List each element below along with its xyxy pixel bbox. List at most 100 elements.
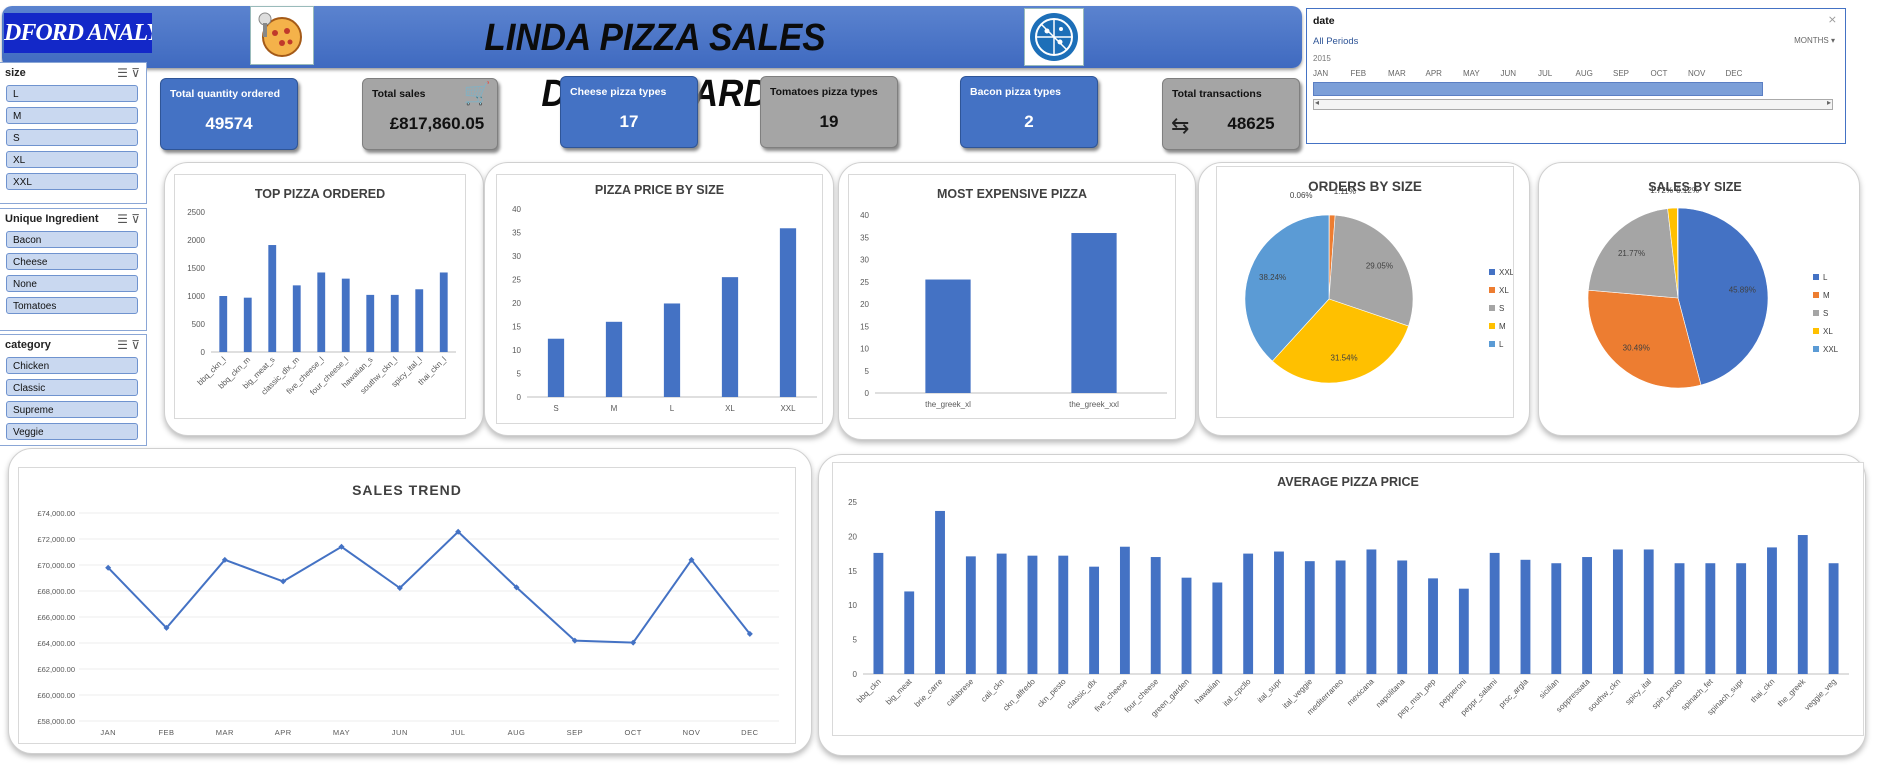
orders-by-size-chart: ORDERS BY SIZE 0.06% 1.11% 29.05% 31.54% 38.… — [1216, 166, 1515, 418]
y-tick-label: 5 — [865, 367, 870, 376]
bar — [1027, 555, 1038, 674]
kpi-label: Bacon pizza types — [970, 86, 1062, 98]
y-tick-label: 5 — [517, 370, 522, 379]
slicer-item-chicken[interactable]: Chicken — [6, 357, 138, 374]
legend-swatch — [1489, 269, 1495, 275]
timeline-month-may[interactable]: MAY — [1463, 69, 1480, 78]
kpi-label: Total transactions — [1172, 88, 1262, 100]
timeline-scrollbar[interactable]: ◂ ▸ — [1313, 98, 1833, 110]
multi-select-icon[interactable]: ☰ — [117, 212, 128, 226]
expensive-pizza-chart: MOST EXPENSIVE PIZZA 0 5 10 15 20 25 30 35 40 the… — [848, 174, 1176, 419]
bar — [1089, 566, 1100, 674]
slicer-item-xxl[interactable]: XXL — [6, 173, 138, 190]
slicer-item-l[interactable]: L — [6, 85, 138, 102]
bar — [219, 296, 228, 352]
chart-title: ORDERS BY SIZE — [1308, 179, 1422, 194]
pie-data-label: 31.54% — [1331, 354, 1358, 363]
x-tick-label: OCT — [624, 728, 641, 737]
bar — [1335, 560, 1346, 674]
x-tick-label: cali_ckn — [979, 677, 1006, 704]
x-tick-label: mexicana — [1345, 677, 1376, 708]
slicer-item-tomatoes[interactable]: Tomatoes — [6, 297, 138, 314]
slicer-item-none[interactable]: None — [6, 275, 138, 292]
bar — [439, 272, 448, 352]
y-tick-label: 30 — [860, 256, 869, 265]
slicer-item-veggie[interactable]: Veggie — [6, 423, 138, 440]
legend-swatch — [1813, 328, 1819, 334]
kpi-label: Total sales — [372, 88, 426, 100]
filter-icon[interactable]: ⊽ — [131, 338, 140, 352]
slicer-tools[interactable]: ☰ ⊽ — [117, 212, 140, 226]
ingredient-slicer[interactable]: Unique Ingredient ☰ ⊽ Bacon Cheese None Tom… — [0, 208, 147, 331]
chart-title: AVERAGE PIZZA PRICE — [1277, 475, 1419, 489]
timeline-month-dec[interactable]: DEC — [1726, 69, 1743, 78]
x-tick-label: ckn_alfredo — [1001, 677, 1037, 713]
slicer-item-cheese[interactable]: Cheese — [6, 253, 138, 270]
legend-label: L — [1823, 273, 1828, 282]
slicer-item-xl[interactable]: XL — [6, 151, 138, 168]
kpi-card: Cheese pizza types 17 — [560, 76, 698, 148]
x-tick-label: M — [611, 404, 618, 413]
x-tick-label: thai_ckn — [1749, 677, 1776, 704]
timeline-month-jan[interactable]: JAN — [1313, 69, 1328, 78]
legend-label: XL — [1823, 327, 1833, 336]
timeline-month-oct[interactable]: OCT — [1651, 69, 1668, 78]
x-tick-label: soppressata — [1554, 677, 1592, 715]
kpi-card: Total transactions 48625 ⇆ — [1162, 78, 1300, 150]
x-tick-label: bbq_ckn — [855, 677, 883, 705]
bar — [1489, 552, 1500, 674]
slicer-tools[interactable]: ☰ ⊽ — [117, 338, 140, 352]
timeline-month-aug[interactable]: AUG — [1576, 69, 1593, 78]
legend-swatch — [1489, 287, 1495, 293]
x-tick-label: sicilian — [1537, 677, 1560, 700]
scroll-left-icon[interactable]: ◂ — [1315, 98, 1319, 107]
pizza-chef-logo — [250, 6, 314, 65]
bar — [935, 510, 945, 674]
y-tick-label: 15 — [860, 322, 869, 331]
bar — [292, 285, 301, 352]
size-slicer[interactable]: size ☰ ⊽ L M S XL XXL — [0, 62, 147, 204]
filter-icon[interactable]: ⊽ — [131, 212, 140, 226]
timeline-month-apr[interactable]: APR — [1426, 69, 1442, 78]
slicer-item-classic[interactable]: Classic — [6, 379, 138, 396]
y-tick-label: £66,000.00 — [37, 613, 75, 622]
x-tick-label: JUL — [451, 728, 466, 737]
multi-select-icon[interactable]: ☰ — [117, 338, 128, 352]
category-slicer[interactable]: category ☰ ⊽ Chicken Classic Supreme Veggie — [0, 334, 147, 446]
timeline-month-feb[interactable]: FEB — [1351, 69, 1367, 78]
x-tick-label: southw_ckn — [1586, 677, 1622, 713]
multi-select-icon[interactable]: ☰ — [117, 66, 128, 80]
slicer-tools[interactable]: ☰ ⊽ — [117, 66, 140, 80]
timeline-month-mar[interactable]: MAR — [1388, 69, 1406, 78]
filter-icon[interactable]: ⊽ — [131, 66, 140, 80]
bar — [904, 591, 915, 674]
y-tick-label: £74,000.00 — [37, 509, 75, 518]
scroll-right-icon[interactable]: ▸ — [1827, 98, 1831, 107]
x-tick-label: the_greek_xxl — [1069, 400, 1119, 409]
timeline-month-nov[interactable]: NOV — [1688, 69, 1705, 78]
y-tick-label: £58,000.00 — [37, 717, 75, 726]
slicer-item-supreme[interactable]: Supreme — [6, 401, 138, 418]
legend-label: M — [1823, 291, 1830, 300]
timeline-selection-bar[interactable] — [1313, 82, 1763, 96]
timeline-month-jun[interactable]: JUN — [1501, 69, 1517, 78]
slicer-item-s[interactable]: S — [6, 129, 138, 146]
expensive-pizza-svg: 0 5 10 15 20 25 30 35 40 the_greek_xl the_greek_xx… — [860, 211, 1167, 409]
timeline-level-dropdown[interactable]: MONTHS ▾ — [1794, 36, 1835, 45]
x-tick-label: spicy_ital — [1624, 677, 1654, 707]
timeline-month-sep[interactable]: SEP — [1613, 69, 1629, 78]
slicer-title: size — [5, 67, 26, 79]
slicer-item-m[interactable]: M — [6, 107, 138, 124]
sales-trend-svg: £58,000.00 £60,000.00 £62,000.00 £64,000.00… — [37, 509, 779, 737]
date-timeline[interactable]: date ⨯ All Periods MONTHS ▾ 2015 JAN FEB M… — [1306, 8, 1846, 144]
x-tick-label: napolitana — [1374, 677, 1407, 710]
timeline-month-jul[interactable]: JUL — [1538, 69, 1552, 78]
kpi-value: £817,860.05 — [389, 114, 485, 133]
clear-filter-icon[interactable]: ⨯ — [1828, 13, 1837, 26]
sales-trend-chart: SALES TREND £58,000.00 £60,000.00 £62,000.… — [18, 467, 796, 744]
kpi-card: Total sales £817,860.05 🛒 — [362, 78, 498, 150]
slicer-item-bacon[interactable]: Bacon — [6, 231, 138, 248]
bar — [366, 294, 375, 352]
bar — [1767, 547, 1777, 674]
legend-label: S — [1499, 304, 1504, 313]
